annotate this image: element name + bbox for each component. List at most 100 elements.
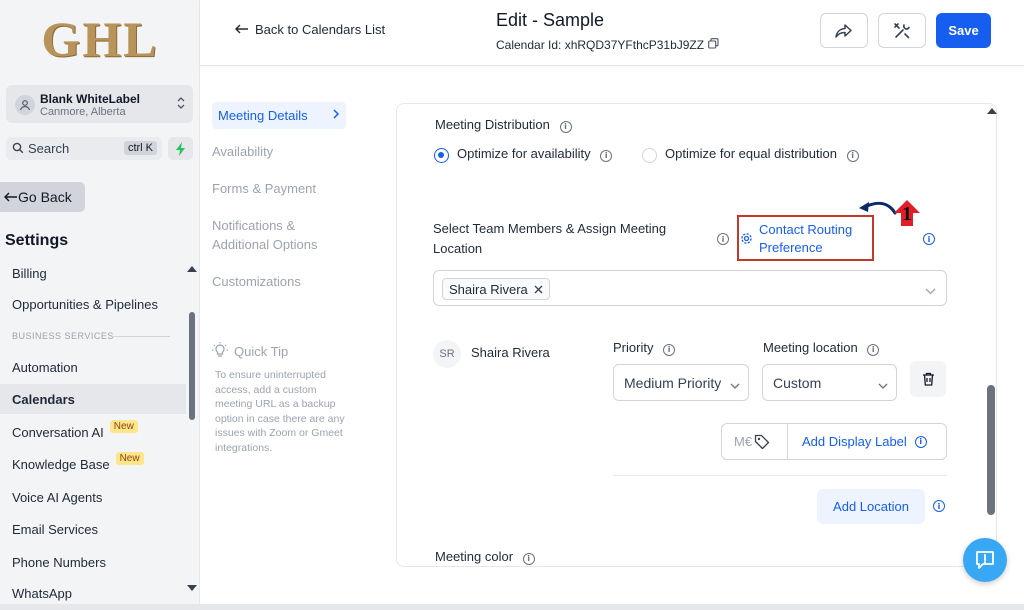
quick-tip-body: To ensure uninterrupted access, add a cu… xyxy=(215,369,345,454)
contact-routing-link[interactable]: Contact Routing Preference xyxy=(759,221,869,257)
delete-member-button[interactable] xyxy=(910,361,946,397)
avatar: SR xyxy=(433,340,461,368)
sidebar-item-label: Conversation AI xyxy=(12,424,104,440)
page-title: Edit - Sample xyxy=(496,10,605,30)
search-label: Search xyxy=(28,141,70,156)
add-display-label-button[interactable]: Add Display Label i xyxy=(802,434,927,449)
add-display-label-text: Add Display Label xyxy=(802,434,907,449)
header: Back to Calendars List Edit - Sample Cal… xyxy=(200,0,1024,66)
subnav-availability[interactable]: Availability xyxy=(212,142,273,161)
arrow-left-icon xyxy=(4,189,18,205)
location-value: Custom xyxy=(773,374,822,391)
subnav-forms-payment[interactable]: Forms & Payment xyxy=(212,179,316,198)
display-label-placeholder: M€ xyxy=(734,434,753,449)
new-badge: New xyxy=(115,451,144,465)
sidebar-item-voice-ai-agents[interactable]: Voice AI Agents xyxy=(0,482,186,512)
section-divider xyxy=(110,336,170,337)
chip-label: Shaira Rivera xyxy=(449,281,528,297)
sidebar-item-billing[interactable]: Billing xyxy=(0,258,186,288)
routing-link-label: Contact Routing Preference xyxy=(759,222,853,255)
sidebar-item-label: Opportunities & Pipelines xyxy=(12,296,158,312)
info-icon[interactable]: i xyxy=(933,500,945,512)
info-icon[interactable]: i xyxy=(923,233,935,245)
sidebar-scroll-up[interactable] xyxy=(187,266,197,272)
sidebar-item-email-services[interactable]: Email Services xyxy=(0,514,186,544)
option-label: Optimize for equal distribution xyxy=(665,146,837,161)
annotation-number: 1 xyxy=(902,203,912,225)
sidebar-item-automation[interactable]: Automation xyxy=(0,352,186,382)
arrow-left-icon xyxy=(235,22,249,37)
info-icon[interactable]: i xyxy=(914,435,927,448)
search-icon xyxy=(12,141,24,159)
info-icon[interactable]: i xyxy=(867,343,880,356)
divider xyxy=(613,475,947,476)
info-icon[interactable]: i xyxy=(663,343,676,356)
tag-icon xyxy=(754,434,770,455)
add-location-button[interactable]: Add Location xyxy=(817,489,925,524)
copy-icon[interactable] xyxy=(708,38,719,52)
display-label-input[interactable]: M€ xyxy=(722,424,788,459)
settings-title: Settings xyxy=(5,232,69,249)
quick-tip-label: Quick Tip xyxy=(234,344,289,359)
sidebar-item-label: Phone Numbers xyxy=(12,554,106,570)
meeting-color-label: Meeting color i xyxy=(435,549,535,565)
meeting-location-dropdown[interactable]: Custom xyxy=(762,364,897,401)
card-scrollbar[interactable] xyxy=(987,385,995,515)
team-member-select[interactable]: Shaira Rivera xyxy=(433,270,947,306)
help-chat-button[interactable] xyxy=(963,538,1007,582)
subnav-customizations[interactable]: Customizations xyxy=(212,272,301,291)
chat-alert-icon xyxy=(976,551,994,569)
chevron-updown-icon xyxy=(177,96,185,111)
go-back-label: Go Back xyxy=(18,189,72,205)
gear-icon xyxy=(740,232,753,250)
meeting-location-label: Meeting location i xyxy=(763,340,880,356)
info-icon[interactable]: i xyxy=(846,149,859,162)
sidebar-item-label: Calendars xyxy=(12,391,75,407)
sidebar-item-label: Billing xyxy=(12,265,47,281)
sidebar-scrollbar[interactable] xyxy=(189,312,195,420)
subnav-notifications[interactable]: Notifications & Additional Options xyxy=(212,216,342,254)
share-button[interactable] xyxy=(820,13,868,48)
info-icon[interactable]: i xyxy=(522,552,535,565)
option-equal: Optimize for equal distribution i xyxy=(665,146,859,162)
label-text: Meeting color xyxy=(435,549,514,564)
account-name: Blank WhiteLabel xyxy=(40,92,141,106)
member-name: Shaira Rivera xyxy=(471,345,550,360)
subnav-meeting-details[interactable]: Meeting Details xyxy=(212,102,346,129)
account-avatar-icon xyxy=(15,95,35,115)
close-icon[interactable] xyxy=(534,282,543,297)
meeting-distribution-label: Meeting Distribution i xyxy=(435,117,572,133)
quick-action-button[interactable] xyxy=(168,137,193,160)
sidebar-item-knowledge-base[interactable]: Knowledge Base New xyxy=(0,449,186,479)
label-text: Meeting Distribution xyxy=(435,117,550,132)
sidebar-scroll-down[interactable] xyxy=(187,585,197,591)
back-to-calendars-link[interactable]: Back to Calendars List xyxy=(235,22,385,37)
horizontal-scrollbar[interactable] xyxy=(0,604,1024,610)
radio-optimize-equal[interactable] xyxy=(642,148,657,163)
bolt-icon xyxy=(175,141,185,156)
sidebar-item-phone-numbers[interactable]: Phone Numbers xyxy=(0,547,186,577)
tools-button[interactable] xyxy=(878,13,926,48)
chevron-down-icon xyxy=(730,377,740,393)
priority-dropdown[interactable]: Medium Priority xyxy=(613,364,749,401)
quick-tip-title: Quick Tip xyxy=(212,342,288,361)
chevron-right-icon xyxy=(332,106,340,125)
sidebar-item-conversation-ai[interactable]: Conversation AI New xyxy=(0,417,186,447)
sidebar-item-calendars[interactable]: Calendars xyxy=(0,384,186,414)
sidebar-item-opportunities[interactable]: Opportunities & Pipelines xyxy=(0,289,186,319)
label-text: Priority xyxy=(613,340,654,355)
logo: GHL xyxy=(41,11,159,67)
team-members-label: Select Team Members & Assign Meeting Loc… xyxy=(433,221,667,256)
save-button[interactable]: Save xyxy=(936,13,991,48)
info-icon[interactable]: i xyxy=(717,233,729,245)
info-icon[interactable]: i xyxy=(600,149,613,162)
sidebar-item-label: Automation xyxy=(12,359,78,375)
search-shortcut: ctrl K xyxy=(123,141,157,155)
search-input[interactable]: Search ctrl K xyxy=(6,137,162,160)
radio-optimize-availability[interactable] xyxy=(434,148,449,163)
info-icon[interactable]: i xyxy=(559,120,572,133)
account-switcher[interactable]: Blank WhiteLabel Canmore, Alberta xyxy=(6,85,193,123)
option-label: Optimize for availability xyxy=(457,146,591,161)
card-scroll-up[interactable] xyxy=(987,108,997,114)
go-back-button[interactable]: Go Back xyxy=(0,182,85,212)
